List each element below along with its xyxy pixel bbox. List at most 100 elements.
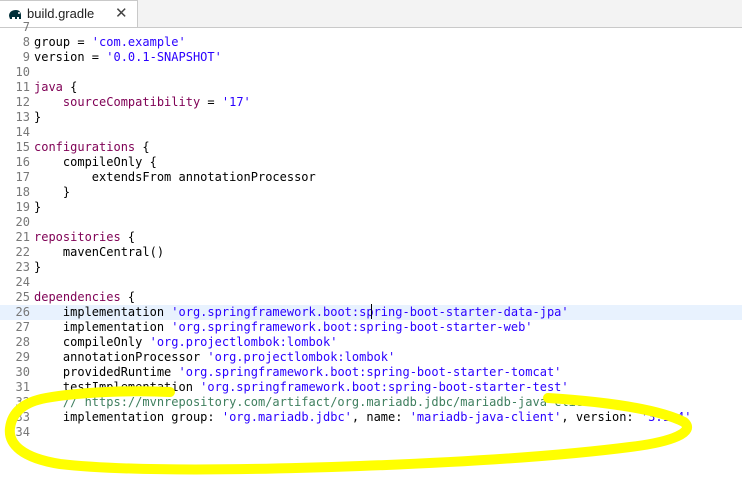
code-line[interactable]: 29 annotationProcessor 'org.projectlombo… bbox=[0, 350, 742, 365]
code-text: dependencies { bbox=[34, 290, 135, 305]
code-token: implementation bbox=[34, 305, 172, 319]
code-text: compileOnly 'org.projectlombok:lombok' bbox=[34, 335, 338, 350]
code-line[interactable]: 8 group = 'com.example' bbox=[0, 35, 742, 50]
code-token: } bbox=[34, 200, 42, 214]
code-token: implementation bbox=[34, 320, 172, 334]
string-token: 'mariadb-java-client' bbox=[409, 410, 562, 424]
code-token: , version: bbox=[561, 410, 641, 424]
code-line[interactable]: 17 extendsFrom annotationProcessor bbox=[0, 170, 742, 185]
string-token: '0.0.1-SNAPSHOT' bbox=[106, 50, 222, 64]
code-text: } bbox=[34, 110, 41, 125]
keyword-token: java bbox=[34, 80, 63, 94]
code-line[interactable]: 18 } bbox=[0, 185, 742, 200]
string-token: 'org.springframework.boot:spring-boot-st… bbox=[178, 365, 562, 379]
string-token: 'com.example' bbox=[91, 35, 186, 49]
code-line[interactable]: 10 bbox=[0, 65, 742, 80]
string-token: 'org.springframework.boot:spring-boot-st… bbox=[171, 305, 569, 319]
code-token: testImplementation bbox=[34, 380, 201, 394]
code-token: compileOnly bbox=[34, 335, 150, 349]
code-line[interactable]: 11 java { bbox=[0, 80, 742, 95]
code-token: } bbox=[34, 185, 71, 199]
code-token: mavenCentral() bbox=[34, 245, 165, 259]
line-number: 13 bbox=[15, 110, 30, 124]
code-text: providedRuntime 'org.springframework.boo… bbox=[34, 365, 562, 380]
line-number: 15 bbox=[15, 140, 30, 154]
line-number: 10 bbox=[15, 65, 30, 79]
line-number: 9 bbox=[22, 50, 30, 64]
line-number: 34 bbox=[15, 425, 30, 439]
string-token: '3.1.4' bbox=[640, 410, 692, 424]
code-text: java { bbox=[34, 80, 77, 95]
code-token: annotationProcessor bbox=[34, 350, 208, 364]
code-line[interactable]: 30 providedRuntime 'org.springframework.… bbox=[0, 365, 742, 380]
code-text: implementation 'org.springframework.boot… bbox=[34, 305, 569, 320]
code-text: implementation 'org.springframework.boot… bbox=[34, 320, 533, 335]
code-line[interactable]: 32 // https://mvnrepository.com/artifact… bbox=[0, 395, 742, 410]
line-number: 11 bbox=[15, 80, 30, 94]
code-line[interactable]: 33 implementation group: 'org.mariadb.jd… bbox=[0, 410, 742, 425]
line-number: 19 bbox=[15, 200, 30, 214]
code-token: { bbox=[135, 140, 150, 154]
code-text: // https://mvnrepository.com/artifact/or… bbox=[34, 395, 598, 410]
line-number: 7 bbox=[22, 20, 30, 34]
line-number: 25 bbox=[15, 290, 30, 304]
code-text: sourceCompatibility = '17' bbox=[34, 95, 251, 110]
keyword-token: repositories bbox=[34, 230, 121, 244]
line-number: 20 bbox=[15, 215, 30, 229]
code-line[interactable]: 13} bbox=[0, 110, 742, 125]
string-token: 'org.projectlombok:lombok' bbox=[149, 335, 338, 349]
line-number: 28 bbox=[15, 335, 30, 349]
code-token: { bbox=[62, 80, 78, 94]
line-number: 8 bbox=[22, 35, 30, 49]
line-number: 33 bbox=[15, 410, 30, 424]
line-number: 16 bbox=[15, 155, 30, 169]
string-token: 'org.projectlombok:lombok' bbox=[207, 350, 396, 364]
string-token: 'org.springframework.boot:spring-boot-st… bbox=[171, 320, 533, 334]
code-editor[interactable]: 7 8 group = 'com.example' 9 version = '0.0.1… bbox=[0, 20, 742, 480]
line-number: 32 bbox=[15, 395, 30, 409]
line-number: 18 bbox=[15, 185, 30, 199]
code-line[interactable]: 23} bbox=[0, 260, 742, 275]
code-text: repositories { bbox=[34, 230, 135, 245]
code-line[interactable]: 15 configurations { bbox=[0, 140, 742, 155]
code-token: extendsFrom annotationProcessor bbox=[34, 170, 316, 184]
line-number: 24 bbox=[15, 275, 30, 289]
code-line[interactable]: 22 mavenCentral() bbox=[0, 245, 742, 260]
keyword-token: sourceCompatibility bbox=[62, 95, 201, 109]
code-line[interactable]: 24 bbox=[0, 275, 742, 290]
code-line[interactable]: 20 bbox=[0, 215, 742, 230]
line-number: 22 bbox=[15, 245, 30, 259]
code-text: compileOnly { bbox=[34, 155, 157, 170]
code-line[interactable]: 34 bbox=[0, 425, 742, 440]
code-line[interactable]: 16 compileOnly { bbox=[0, 155, 742, 170]
code-line[interactable]: 19} bbox=[0, 200, 742, 215]
code-text: testImplementation 'org.springframework.… bbox=[34, 380, 569, 395]
keyword-token: configurations bbox=[34, 140, 136, 154]
string-token: 'org.mariadb.jdbc' bbox=[221, 410, 352, 424]
code-text: extendsFrom annotationProcessor bbox=[34, 170, 316, 185]
line-number: 29 bbox=[15, 350, 30, 364]
string-token: '17' bbox=[221, 95, 251, 109]
code-text: group = 'com.example' bbox=[34, 35, 186, 50]
code-text: configurations { bbox=[34, 140, 150, 155]
line-number: 23 bbox=[15, 260, 30, 274]
code-text: version = '0.0.1-SNAPSHOT' bbox=[34, 50, 222, 65]
code-line[interactable]: 31 testImplementation 'org.springframewo… bbox=[0, 380, 742, 395]
code-line[interactable]: 12 sourceCompatibility = '17' bbox=[0, 95, 742, 110]
code-token: compileOnly { bbox=[34, 155, 157, 169]
code-text: implementation group: 'org.mariadb.jdbc'… bbox=[34, 410, 692, 425]
code-line[interactable]: 25 dependencies { bbox=[0, 290, 742, 305]
code-line[interactable]: 14 bbox=[0, 125, 742, 140]
code-token: } bbox=[34, 110, 42, 124]
code-line[interactable]: 9 version = '0.0.1-SNAPSHOT' bbox=[0, 50, 742, 65]
string-token: 'org.springframework.boot:spring-boot-st… bbox=[200, 380, 569, 394]
code-token: providedRuntime bbox=[34, 365, 179, 379]
code-line[interactable]: 7 bbox=[0, 20, 742, 35]
line-number: 21 bbox=[15, 230, 30, 244]
code-text: } bbox=[34, 200, 41, 215]
code-line[interactable]: 27 implementation 'org.springframework.b… bbox=[0, 320, 742, 335]
keyword-token: dependencies bbox=[34, 290, 121, 304]
code-line[interactable]: 21 repositories { bbox=[0, 230, 742, 245]
code-line[interactable]: 28 compileOnly 'org.projectlombok:lombok… bbox=[0, 335, 742, 350]
